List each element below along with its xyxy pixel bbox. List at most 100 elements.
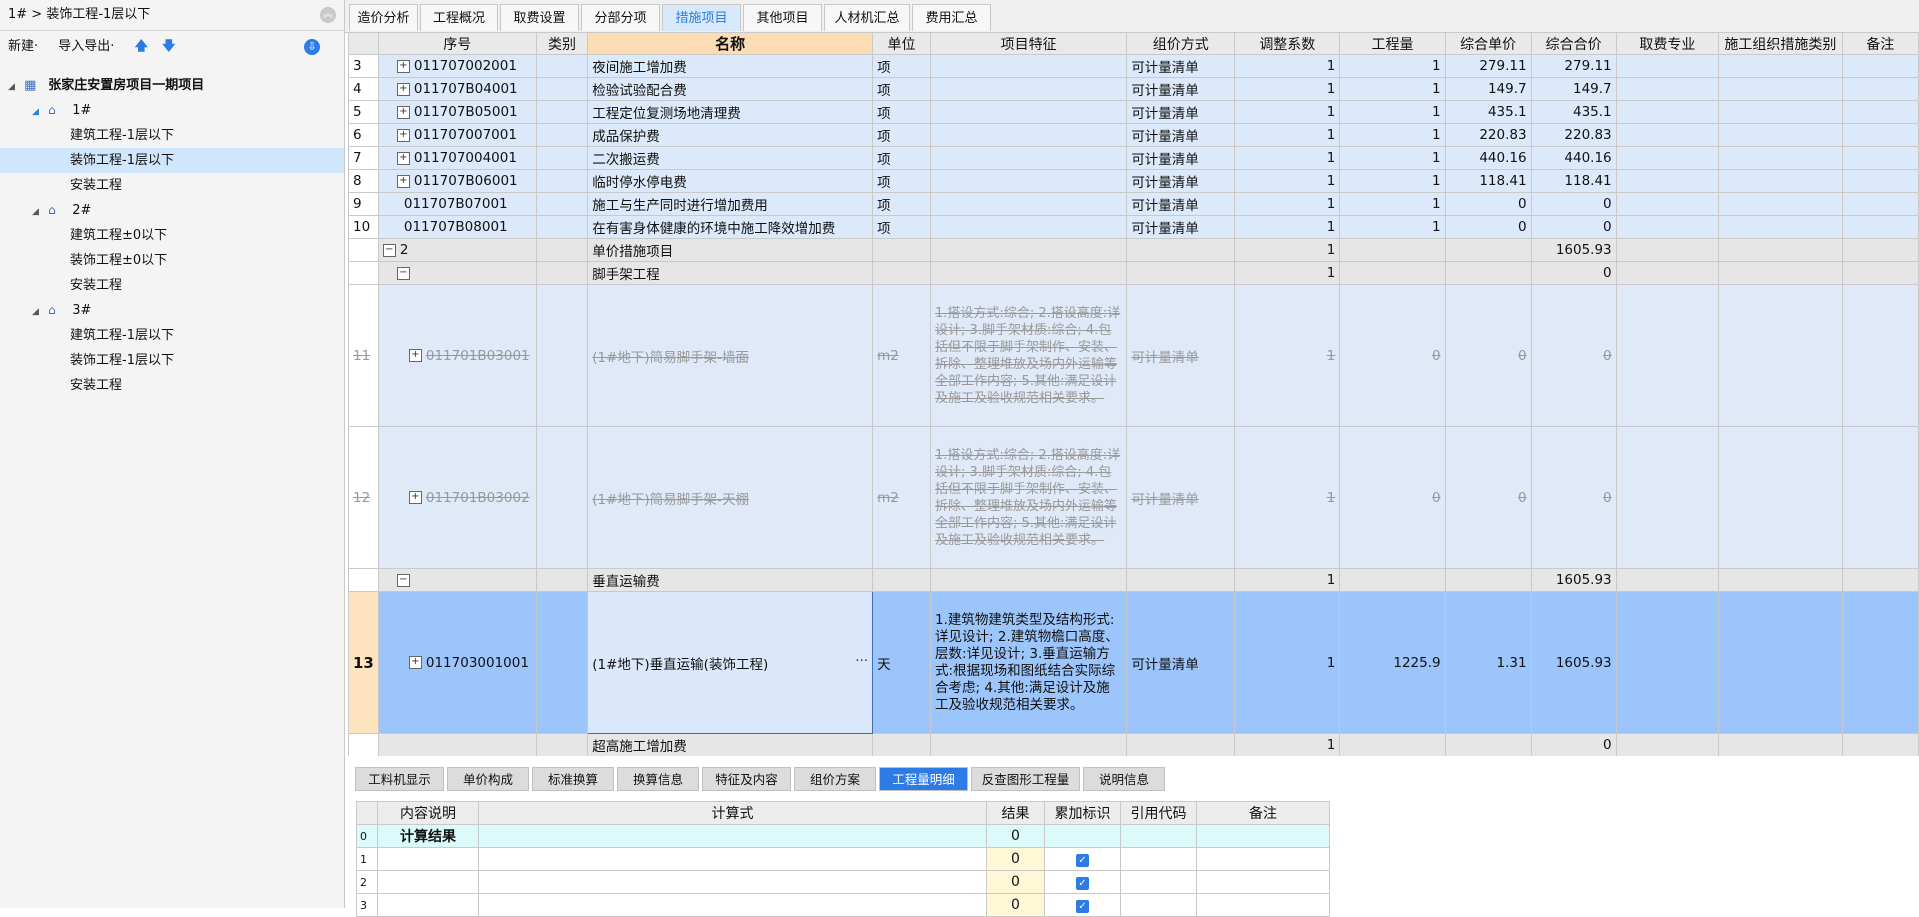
checkbox-checked-icon[interactable]: ✓	[1076, 900, 1089, 913]
tree-node-b3[interactable]: ◢ ⌂ 3#	[0, 298, 344, 323]
collapse-panel-icon[interactable]: ︽	[320, 7, 336, 23]
row-qty[interactable]: 1	[1339, 100, 1446, 124]
cell[interactable]	[1841, 169, 1919, 193]
row-total[interactable]: 149.7	[1530, 77, 1617, 101]
collapse-icon[interactable]: −	[396, 266, 410, 280]
detail-formula[interactable]	[478, 847, 987, 871]
row-feature[interactable]	[930, 77, 1128, 101]
row-name[interactable]: 成品保护费	[587, 123, 874, 147]
tab-other-items[interactable]: 其他项目	[743, 4, 822, 31]
import-export-button[interactable]: 导入导出·	[58, 39, 114, 54]
row-feature[interactable]	[930, 123, 1128, 147]
row-name[interactable]: (1#地下)简易脚手架-墙面	[587, 284, 874, 427]
cell[interactable]	[1615, 215, 1720, 239]
cell[interactable]	[1718, 284, 1843, 427]
row-coef[interactable]: 1	[1234, 591, 1341, 734]
cell[interactable]	[1841, 215, 1919, 239]
checkbox-checked-icon[interactable]: ✓	[1076, 877, 1089, 890]
tab-standard-conversion[interactable]: 标准换算	[532, 767, 614, 791]
detail-formula[interactable]	[478, 870, 987, 894]
group-row[interactable]: −2 单价措施项目 1 1605.93	[348, 238, 1919, 262]
expand-icon[interactable]: +	[396, 82, 410, 96]
cell[interactable]	[1718, 192, 1843, 216]
row-price[interactable]: 149.7	[1444, 77, 1532, 101]
row-name[interactable]: 工程定位复测场地清理费	[587, 100, 874, 124]
detail-desc[interactable]	[377, 847, 479, 871]
row-qty[interactable]: 1	[1339, 54, 1446, 78]
row-total[interactable]: 220.83	[1530, 123, 1617, 147]
cell[interactable]	[1718, 426, 1843, 569]
row-price[interactable]: 0	[1444, 215, 1532, 239]
table-row[interactable]: 9 011707B07001 施工与生产同时进行增加费用项可计量清单 1 1 0 0	[348, 192, 1919, 216]
table-row[interactable]: 3 +011707002001 夜间施工增加费项可计量清单 1 1 279.11 279.1…	[348, 54, 1919, 78]
detail-header-formula[interactable]: 计算式	[478, 801, 987, 825]
row-code[interactable]: 011707B08001	[377, 215, 537, 239]
expand-icon[interactable]: +	[396, 174, 410, 188]
cell[interactable]	[1841, 192, 1919, 216]
row-name[interactable]: 临时停水停电费	[587, 169, 874, 193]
expand-toggle-icon[interactable]: ◢	[32, 100, 44, 125]
row-coef[interactable]: 1	[1234, 192, 1341, 216]
tree-leaf[interactable]: 装饰工程±0以下	[0, 248, 344, 273]
row-method[interactable]: 可计量清单	[1126, 100, 1236, 124]
row-method[interactable]: 可计量清单	[1126, 591, 1236, 734]
cell[interactable]	[1718, 591, 1843, 734]
more-icon[interactable]: ···	[855, 653, 868, 669]
row-unit[interactable]: 项	[872, 146, 932, 170]
row-total[interactable]: 435.1	[1530, 100, 1617, 124]
row-feature[interactable]	[930, 215, 1128, 239]
cell[interactable]	[1615, 54, 1720, 78]
detail-desc[interactable]: 计算结果	[377, 824, 479, 848]
row-total[interactable]: 118.41	[1530, 169, 1617, 193]
row-unit[interactable]: 天	[872, 591, 932, 734]
row-qty[interactable]: 1	[1339, 77, 1446, 101]
row-coef[interactable]: 1	[1234, 146, 1341, 170]
row-coef[interactable]: 1	[1234, 54, 1341, 78]
tab-pricing-scheme[interactable]: 组价方案	[794, 767, 876, 791]
tab-features-content[interactable]: 特征及内容	[702, 767, 791, 791]
table-row[interactable]: 5 +011707B05001 工程定位复测场地清理费项可计量清单 1 1 435.1 43…	[348, 100, 1919, 124]
row-feature[interactable]	[930, 100, 1128, 124]
expand-icon[interactable]: +	[396, 151, 410, 165]
row-name[interactable]: (1#地下)简易脚手架-天棚	[587, 426, 874, 569]
detail-ref-code[interactable]	[1120, 893, 1197, 917]
row-qty[interactable]: 1	[1339, 192, 1446, 216]
detail-remark[interactable]	[1196, 847, 1330, 871]
detail-accumulate[interactable]: ✓	[1044, 893, 1121, 917]
detail-ref-code[interactable]	[1120, 824, 1197, 848]
cell[interactable]	[1841, 77, 1919, 101]
row-method[interactable]: 可计量清单	[1126, 169, 1236, 193]
row-method[interactable]: 可计量清单	[1126, 77, 1236, 101]
cell[interactable]	[1841, 284, 1919, 427]
detail-ref-code[interactable]	[1120, 847, 1197, 871]
col-header-method[interactable]: 组价方式	[1126, 32, 1236, 55]
tab-fee-settings[interactable]: 取费设置	[500, 4, 579, 31]
expand-icon[interactable]: +	[408, 656, 422, 669]
row-coef[interactable]: 1	[1234, 215, 1341, 239]
col-header-category[interactable]: 类别	[535, 32, 589, 55]
col-header-measure-category[interactable]: 施工组织措施类别	[1718, 32, 1843, 55]
tab-overview[interactable]: 工程概况	[420, 4, 498, 31]
tab-description[interactable]: 说明信息	[1083, 767, 1165, 791]
row-feature[interactable]: 1.搭设方式:综合; 2.搭设高度:详设计; 3.脚手架材质:综合; 4.包括但…	[930, 426, 1128, 569]
row-price[interactable]: 440.16	[1444, 146, 1532, 170]
expand-icon[interactable]: +	[408, 491, 422, 504]
cell[interactable]	[1718, 77, 1843, 101]
download-icon[interactable]: ⇩	[304, 39, 320, 55]
row-method[interactable]: 可计量清单	[1126, 54, 1236, 78]
detail-remark[interactable]	[1196, 870, 1330, 894]
expand-icon[interactable]: +	[408, 349, 422, 362]
row-unit[interactable]: 项	[872, 169, 932, 193]
tree-leaf[interactable]: 建筑工程±0以下	[0, 223, 344, 248]
tab-fee-summary[interactable]: 费用汇总	[912, 4, 991, 31]
detail-row[interactable]: 3 0 ✓	[356, 893, 1330, 917]
row-code[interactable]: +011707B04001	[377, 77, 537, 101]
row-total[interactable]: 0	[1530, 215, 1617, 239]
col-header-unit-price[interactable]: 综合单价	[1444, 32, 1532, 55]
table-row-deleted[interactable]: 12 +011701B03002 (1#地下)简易脚手架-天棚 m2 1.搭设方…	[348, 426, 1919, 569]
cell[interactable]	[1841, 426, 1919, 569]
row-total[interactable]: 440.16	[1530, 146, 1617, 170]
row-qty[interactable]: 1	[1339, 146, 1446, 170]
row-coef[interactable]: 1	[1234, 169, 1341, 193]
col-header-unit[interactable]: 单位	[872, 32, 932, 55]
